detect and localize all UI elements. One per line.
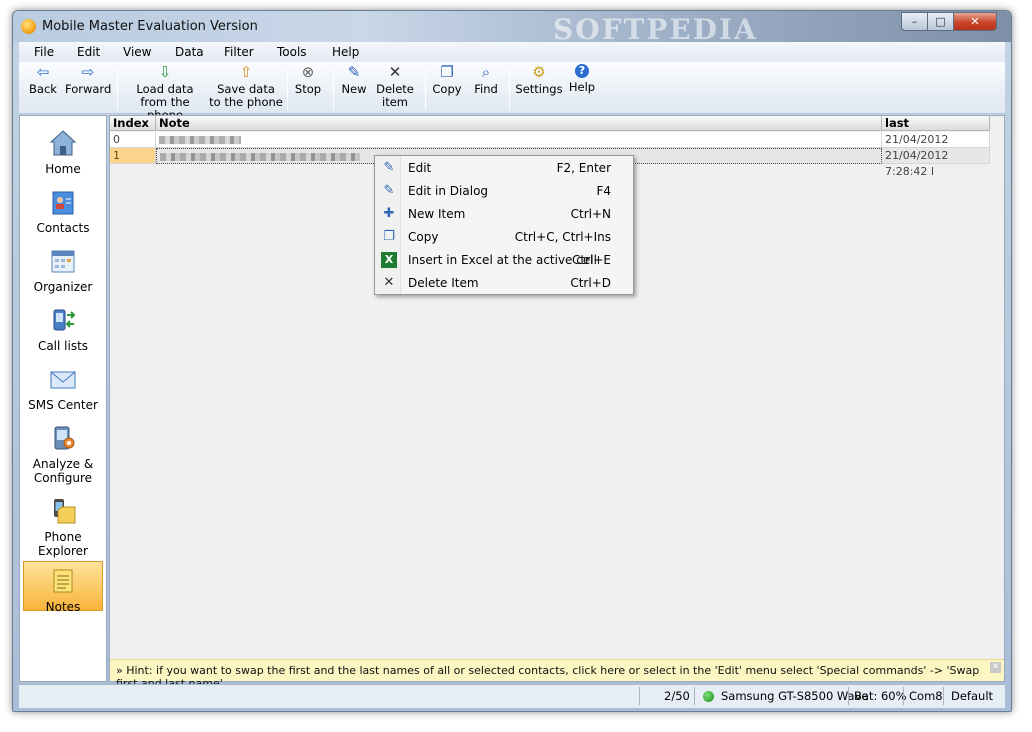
menu-tools[interactable]: Tools (277, 45, 307, 59)
context-item-new-item[interactable]: ✚ New Item Ctrl+N (377, 203, 631, 225)
cell-last-modification: 21/04/2012 7:28:42 I (882, 148, 990, 178)
back-arrow-icon: ⇦ (36, 63, 50, 81)
menu-bar: File Edit View Data Filter Tools Help (19, 42, 1005, 62)
toolbar-separator (425, 66, 426, 110)
menu-help[interactable]: Help (332, 45, 359, 59)
stop-button[interactable]: ⊗ Stop (293, 64, 323, 96)
new-item-icon: ✚ (383, 206, 395, 221)
sidebar: Home Contacts Organizer Call lists SMS C… (19, 115, 115, 682)
delete-icon: ✕ (383, 275, 395, 290)
contacts-icon (52, 191, 74, 215)
copy-icon: ❐ (383, 229, 395, 244)
edit-icon: ✎ (383, 160, 395, 175)
copy-button[interactable]: ❐ Copy (431, 64, 463, 96)
cell-index: 0 (110, 132, 156, 148)
sidebar-item-contacts[interactable]: Contacts (23, 183, 103, 235)
menu-data[interactable]: Data (175, 45, 204, 59)
context-item-copy[interactable]: ❐ Copy Ctrl+C, Ctrl+Ins (377, 226, 631, 248)
blurred-note-text (159, 136, 241, 144)
maximize-button[interactable]: □ (927, 12, 954, 31)
sidebar-item-organizer[interactable]: Organizer (23, 242, 103, 294)
sidebar-item-analyze-configure[interactable]: Analyze & Configure (23, 419, 103, 485)
home-icon (49, 130, 77, 156)
sidebar-item-home[interactable]: Home (23, 124, 103, 176)
status-device: Samsung GT-S8500 Wave (721, 689, 869, 703)
find-button[interactable]: ⌕ Find (471, 64, 501, 96)
excel-icon: X (381, 252, 397, 268)
context-item-delete-item[interactable]: ✕ Delete Item Ctrl+D (377, 272, 631, 294)
help-button[interactable]: ? Help (567, 64, 597, 94)
stop-icon: ⊗ (301, 63, 315, 81)
analyze-configure-icon (54, 426, 75, 450)
save-data-icon: ⇧ (239, 63, 253, 81)
context-menu: ✎ Edit F2, Enter ✎ Edit in Dialog F4 ✚ N… (374, 155, 634, 295)
menu-filter[interactable]: Filter (224, 45, 254, 59)
table-row[interactable]: 0 21/04/2012 7:28:42 I (110, 132, 990, 162)
delete-icon: ✕ (388, 63, 402, 81)
context-item-insert-in-excel[interactable]: X Insert in Excel at the active cell Ctr… (377, 249, 631, 271)
organizer-icon (51, 250, 75, 273)
status-bar: 2/50 Samsung GT-S8500 Wave Bat: 60% Com8… (19, 684, 1005, 708)
toolbar: ⇦ Back ⇨ Forward ⇩ Load data from the ph… (19, 62, 1005, 122)
title-bar[interactable]: Mobile Master Evaluation Version SOFTPED… (13, 11, 1011, 46)
hint-bar[interactable]: » Hint: if you want to swap the first an… (110, 659, 1004, 690)
new-button[interactable]: ✎ New (339, 64, 369, 96)
sms-center-icon (50, 371, 76, 389)
minimize-button[interactable]: – (901, 12, 928, 31)
connection-status-icon (703, 691, 714, 702)
copy-icon: ❐ (440, 63, 454, 81)
column-header-index[interactable]: Index (110, 116, 156, 131)
toolbar-separator (117, 66, 118, 110)
forward-arrow-icon: ⇨ (81, 63, 95, 81)
grid-header: Index Note last modification (110, 116, 990, 145)
toolbar-separator (509, 66, 510, 110)
status-port: Com8 (909, 689, 943, 703)
sidebar-item-call-lists[interactable]: Call lists (23, 301, 103, 353)
app-window: Mobile Master Evaluation Version SOFTPED… (12, 10, 1012, 712)
settings-icon: ⚙ (532, 63, 546, 81)
delete-item-button[interactable]: ✕ Delete item (375, 64, 415, 109)
load-data-button[interactable]: ⇩ Load data from the phone (123, 64, 207, 122)
column-header-note[interactable]: Note (156, 116, 882, 131)
settings-button[interactable]: ⚙ Settings (515, 64, 563, 96)
cell-last-modification: 21/04/2012 7:28:42 I (882, 132, 990, 162)
cell-note (156, 132, 882, 148)
context-item-edit[interactable]: ✎ Edit F2, Enter (377, 157, 631, 179)
status-battery: Bat: 60% (854, 689, 907, 703)
status-separator (639, 687, 640, 705)
back-button[interactable]: ⇦ Back (27, 64, 59, 96)
find-icon: ⌕ (481, 63, 491, 81)
help-icon: ? (575, 64, 589, 78)
forward-button[interactable]: ⇨ Forward (65, 64, 111, 96)
phone-explorer-icon (54, 499, 76, 524)
status-separator (903, 687, 904, 705)
status-profile: Default (951, 689, 994, 703)
menu-edit[interactable]: Edit (77, 45, 100, 59)
context-item-edit-in-dialog[interactable]: ✎ Edit in Dialog F4 (377, 180, 631, 202)
menu-file[interactable]: File (34, 45, 54, 59)
edit-dialog-icon: ✎ (383, 183, 395, 198)
status-record-count: 2/50 (664, 689, 690, 703)
column-header-last-modification[interactable]: last modification (882, 116, 990, 145)
save-data-button[interactable]: ⇧ Save data to the phone (209, 64, 283, 109)
load-data-icon: ⇩ (158, 63, 172, 81)
close-button[interactable]: ✕ (953, 12, 997, 31)
sidebar-item-notes[interactable]: Notes (23, 561, 103, 614)
cell-index: 1 (110, 148, 156, 164)
toolbar-separator (287, 66, 288, 110)
app-logo-icon (21, 19, 36, 34)
sidebar-item-sms-center[interactable]: SMS Center (23, 360, 103, 412)
call-lists-icon (53, 309, 76, 331)
sidebar-item-phone-explorer[interactable]: Phone Explorer (23, 492, 103, 558)
status-separator (848, 687, 849, 705)
window-title: Mobile Master Evaluation Version (42, 19, 258, 34)
notes-icon (53, 569, 73, 593)
status-separator (694, 687, 695, 705)
new-item-icon: ✎ (347, 63, 361, 81)
close-hint-icon[interactable]: ✕ (990, 662, 1001, 673)
toolbar-separator (333, 66, 334, 110)
menu-view[interactable]: View (123, 45, 151, 59)
blurred-note-text (160, 153, 360, 161)
status-separator (943, 687, 944, 705)
